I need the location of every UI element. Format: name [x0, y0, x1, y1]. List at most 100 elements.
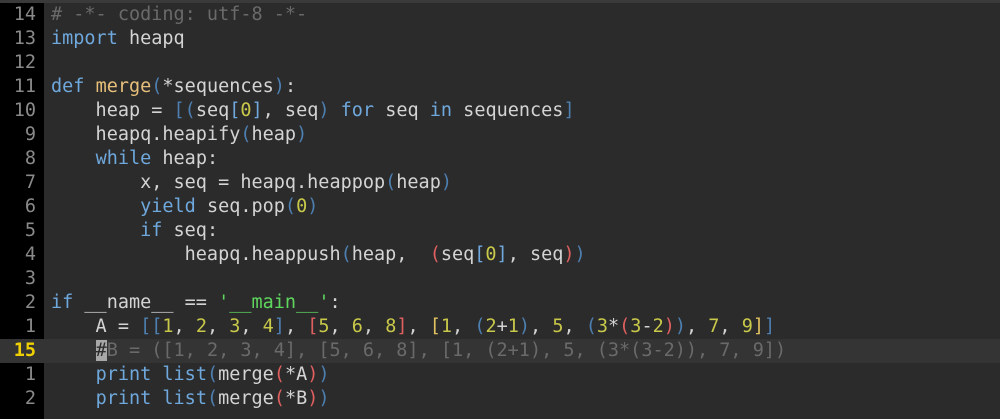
- code-token: def: [51, 76, 85, 97]
- code-text[interactable]: yield seq.pop(0): [51, 195, 318, 219]
- code-line[interactable]: 1 print list(merge(*A)): [0, 363, 1000, 387]
- code-token: ): [307, 196, 319, 217]
- code-token: if: [140, 220, 163, 241]
- code-token: 2: [485, 316, 497, 337]
- code-token: heap: [251, 124, 297, 145]
- code-line[interactable]: 7 x, seq = heapq.heappop(heap): [0, 171, 1000, 195]
- code-text[interactable]: if seq:: [51, 219, 218, 243]
- code-token: while: [95, 148, 152, 169]
- code-text[interactable]: if __name__ == '__main__':: [51, 291, 341, 315]
- code-token: ]: [251, 100, 263, 121]
- code-token: yield: [140, 196, 196, 217]
- code-lines[interactable]: 14 # -*- coding: utf-8 -*- 13 import heapq 1…: [0, 3, 1000, 411]
- code-line[interactable]: 9 heapq.heapify(heap): [0, 123, 1000, 147]
- code-token: 8: [385, 316, 397, 337]
- code-token: ): [318, 364, 330, 385]
- code-token: ,: [206, 316, 230, 337]
- code-token: (: [240, 124, 252, 145]
- code-line[interactable]: 5 if seq:: [0, 219, 1000, 243]
- code-token: ): [440, 172, 452, 193]
- line-number: 13: [13, 28, 36, 49]
- code-token: (: [429, 244, 441, 265]
- code-line[interactable]: 3: [0, 267, 1000, 291]
- code-token: ]: [273, 316, 285, 337]
- code-text[interactable]: x, seq = heapq.heappop(heap): [51, 171, 452, 195]
- line-number: 3: [24, 268, 36, 289]
- code-token: [: [429, 316, 441, 337]
- code-token: *B: [284, 388, 308, 409]
- code-line[interactable]: 12: [0, 51, 1000, 75]
- code-token: heap,: [351, 244, 430, 265]
- code-token: (: [206, 364, 219, 385]
- code-token: ,: [686, 316, 709, 337]
- code-line[interactable]: 14 # -*- coding: utf-8 -*-: [0, 3, 1000, 27]
- line-number: 12: [13, 52, 36, 73]
- code-text[interactable]: import heapq: [51, 27, 185, 51]
- code-text[interactable]: print list(merge(*B)): [51, 387, 330, 411]
- code-text[interactable]: heapq.heapify(heap): [51, 123, 308, 147]
- code-line[interactable]: 11 def merge(*sequences):: [0, 75, 1000, 99]
- code-token: ,: [407, 316, 430, 337]
- code-text[interactable]: heapq.heappush(heap, (seq[0], seq)): [51, 243, 586, 267]
- code-line[interactable]: 2 if __name__ == '__main__':: [0, 291, 1000, 315]
- line-number: 8: [24, 148, 36, 169]
- code-token: (: [619, 316, 631, 337]
- code-line[interactable]: 8 while heap:: [0, 147, 1000, 171]
- code-token: B = ([1, 2, 3, 4], [5, 6, 8], [1, (2+1),…: [106, 340, 787, 361]
- current-line[interactable]: 15 #B = ([1, 2, 3, 4], [5, 6, 8], [1, (2…: [0, 339, 1000, 363]
- code-token: seq.pop: [195, 196, 285, 217]
- code-token: [: [474, 244, 486, 265]
- code-text[interactable]: def merge(*sequences):: [51, 75, 296, 99]
- code-token: (: [385, 172, 397, 193]
- code-line[interactable]: 1 A = [[1, 2, 3, 4], [5, 6, 8], [1, (2+1…: [0, 315, 1000, 339]
- line-number: 2: [24, 388, 36, 409]
- code-token: sequences: [452, 100, 564, 121]
- code-token: list: [162, 388, 207, 409]
- code-token: 7: [708, 316, 720, 337]
- code-token: ): [307, 364, 319, 385]
- code-token: (: [273, 364, 285, 385]
- code-token: , seq: [507, 244, 564, 265]
- code-token: for: [340, 100, 375, 121]
- code-token: 5: [552, 316, 564, 337]
- code-token: +: [496, 316, 508, 337]
- code-token: [: [307, 316, 319, 337]
- code-token: seq: [440, 244, 475, 265]
- code-token: merge: [95, 76, 152, 97]
- code-token: 9: [741, 316, 753, 337]
- code-token: 3: [229, 316, 241, 337]
- code-token: (: [340, 244, 352, 265]
- code-token: heap: [396, 172, 441, 193]
- code-token: heapq: [117, 28, 185, 49]
- code-token: seq:: [162, 220, 219, 241]
- code-text[interactable]: #B = ([1, 2, 3, 4], [5, 6, 8], [1, (2+1)…: [51, 339, 786, 363]
- code-token: (: [151, 76, 163, 97]
- code-editor[interactable]: 14 # -*- coding: utf-8 -*- 13 import heapq 1…: [0, 0, 1000, 419]
- code-token: ]: [752, 316, 764, 337]
- code-token: 0: [296, 196, 308, 217]
- code-token: ,: [362, 316, 386, 337]
- code-text[interactable]: A = [[1, 2, 3, 4], [5, 6, 8], [1, (2+1),…: [51, 315, 776, 339]
- code-text[interactable]: print list(merge(*A)): [51, 363, 330, 387]
- code-token: x, seq = heapq.heappop: [51, 172, 386, 193]
- line-number: 15: [13, 340, 36, 361]
- code-token: ): [563, 244, 575, 265]
- code-line[interactable]: 2 print list(merge(*B)): [0, 387, 1000, 411]
- code-token: [[: [140, 316, 163, 337]
- code-text[interactable]: # -*- coding: utf-8 -*-: [51, 3, 307, 27]
- code-token: '__main__': [218, 292, 330, 313]
- code-line[interactable]: 4 heapq.heappush(heap, (seq[0], seq)): [0, 243, 1000, 267]
- code-text[interactable]: while heap:: [51, 147, 219, 171]
- code-line[interactable]: 10 heap = [(seq[0], seq) for seq in sequ…: [0, 99, 1000, 123]
- code-token: *sequences: [162, 76, 274, 97]
- line-number: 4: [24, 244, 36, 265]
- code-line[interactable]: 6 yield seq.pop(0): [0, 195, 1000, 219]
- line-number: 9: [24, 124, 36, 145]
- line-number: 6: [24, 196, 36, 217]
- code-text[interactable]: heap = [(seq[0], seq) for seq in sequenc…: [51, 99, 575, 123]
- code-line[interactable]: 13 import heapq: [0, 27, 1000, 51]
- code-token: 1: [507, 316, 519, 337]
